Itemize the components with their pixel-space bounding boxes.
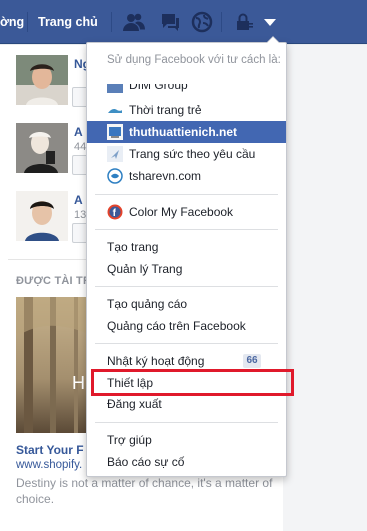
nav-divider	[221, 12, 222, 32]
menu-divider	[95, 286, 278, 287]
menu-app-label: Color My Facebook	[129, 205, 234, 219]
menu-page-thuthuattienich[interactable]: thuthuattienich.net	[87, 121, 286, 143]
friend-suggestion-avatar[interactable]	[16, 55, 68, 105]
ad-image-text: H	[72, 373, 85, 393]
ad-title[interactable]: Start Your F	[16, 443, 84, 457]
ad-url[interactable]: www.shopify.	[16, 459, 82, 471]
nav-divider	[111, 12, 112, 32]
menu-create-page[interactable]: Tạo trang	[87, 236, 286, 258]
menu-page-label: thuthuattienich.net	[129, 125, 237, 139]
menu-manage-pages[interactable]: Quản lý Trang	[87, 258, 286, 280]
menu-divider	[95, 422, 278, 423]
nav-link-home[interactable]: Trang chủ	[38, 15, 98, 29]
menu-page-trang-suc[interactable]: Trang sức theo yêu cầu	[87, 143, 286, 165]
friend-suggestion-avatar[interactable]	[16, 191, 68, 241]
activity-log-count-badge: 66	[243, 354, 261, 368]
menu-page-label: tsharevn.com	[129, 169, 202, 183]
menu-create-ad[interactable]: Tạo quảng cáo	[87, 293, 286, 315]
ad-description: Destiny is not a matter of chance, it's …	[16, 476, 273, 506]
menu-activity-log[interactable]: Nhật ký hoạt động 66	[87, 350, 286, 372]
mutual-friends-count: 44	[74, 141, 87, 153]
menu-divider	[95, 194, 278, 195]
menu-log-out[interactable]: Đăng xuất	[87, 393, 286, 415]
friend-suggestion-avatar[interactable]	[16, 123, 68, 173]
use-facebook-as-heading: Sử dụng Facebook với tư cách là:	[107, 54, 281, 66]
menu-help[interactable]: Trợ giúp	[87, 429, 286, 451]
page-thumbnail-icon	[107, 168, 123, 184]
privacy-shortcuts-icon[interactable]	[232, 11, 256, 33]
notifications-globe-icon[interactable]	[190, 11, 214, 33]
menu-page-label: Trang sức theo yêu cầu	[129, 147, 256, 161]
page-background-strip	[283, 45, 367, 531]
account-dropdown-menu: Sử dụng Facebook với tư cách là: DIM Gro…	[86, 36, 287, 477]
friend-suggestion-name[interactable]: A	[74, 125, 83, 139]
menu-settings[interactable]: Thiết lập	[87, 372, 286, 394]
menu-page-tsharevn[interactable]: tsharevn.com	[87, 165, 286, 187]
menu-divider	[95, 229, 278, 230]
account-menu-arrow-icon[interactable]	[262, 14, 278, 30]
color-my-facebook-icon: f	[107, 204, 123, 220]
menu-page-thoi-trang-tre[interactable]: Thời trang trẻ	[87, 99, 286, 121]
menu-page-label: DIM Group	[129, 84, 188, 92]
nav-link-partial[interactable]: ờng	[0, 15, 24, 29]
menu-ads-on-facebook[interactable]: Quảng cáo trên Facebook	[87, 315, 286, 337]
mutual-friends-count: 13	[74, 209, 87, 221]
menu-report-problem[interactable]: Báo cáo sự cố	[87, 451, 286, 473]
page-thumbnail-icon	[107, 146, 123, 162]
messages-icon[interactable]	[158, 11, 182, 33]
menu-page-label: Thời trang trẻ	[129, 103, 202, 117]
page-thumbnail-icon	[107, 124, 123, 140]
page-thumbnail-icon	[107, 84, 123, 93]
menu-divider	[95, 343, 278, 344]
nav-divider	[27, 12, 28, 32]
friend-suggestion-name[interactable]: A	[74, 193, 83, 207]
top-navigation-bar: ờng Trang chủ	[0, 0, 367, 44]
menu-caret	[266, 36, 280, 43]
menu-app-color-my-facebook[interactable]: f Color My Facebook	[87, 201, 286, 223]
sponsored-heading: ĐƯỢC TÀI TR	[16, 275, 92, 287]
friends-icon[interactable]	[122, 11, 146, 33]
menu-page-dim-group[interactable]: DIM Group	[87, 84, 286, 94]
page-thumbnail-icon	[107, 102, 123, 118]
